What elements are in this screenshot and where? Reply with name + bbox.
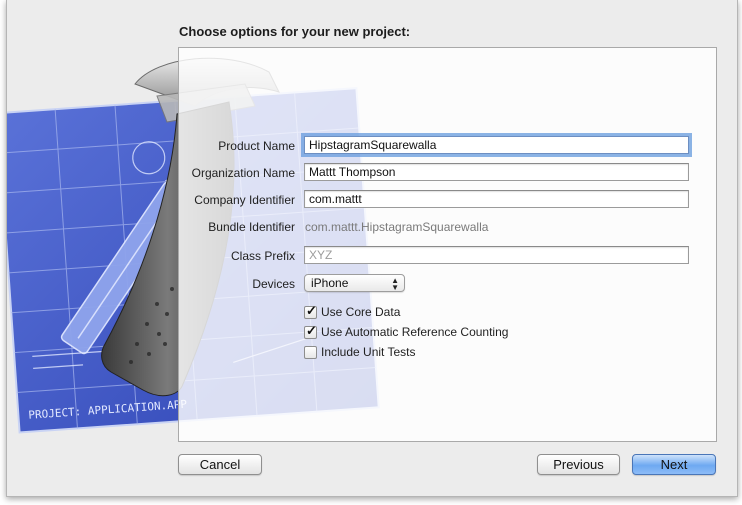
use-core-data-checkbox[interactable]	[304, 303, 317, 319]
popup-arrows-icon: ▲ ▼	[391, 276, 399, 292]
next-button[interactable]: Next	[632, 454, 716, 475]
dialog-title: Choose options for your new project:	[179, 24, 411, 39]
use-arc-checkbox[interactable]	[304, 323, 317, 339]
bundle-identifier-value: com.mattt.HipstagramSquarewalla	[305, 220, 489, 234]
company-identifier-label: Company Identifier	[194, 193, 295, 207]
company-identifier-field[interactable]	[304, 190, 689, 208]
cancel-button[interactable]: Cancel	[178, 454, 262, 475]
organization-name-label: Organization Name	[191, 166, 295, 180]
bundle-identifier-label: Bundle Identifier	[208, 220, 295, 234]
product-name-field[interactable]	[304, 136, 689, 154]
use-arc-label: Use Automatic Reference Counting	[321, 325, 509, 339]
devices-popup[interactable]: iPhone ▲ ▼	[304, 274, 405, 292]
devices-label: Devices	[252, 277, 295, 291]
devices-selected-value: iPhone	[311, 276, 349, 290]
previous-button[interactable]: Previous	[537, 454, 620, 475]
include-unit-tests-label: Include Unit Tests	[321, 345, 416, 359]
use-core-data-label: Use Core Data	[321, 305, 401, 319]
organization-name-field[interactable]	[304, 163, 689, 181]
include-unit-tests-checkbox[interactable]	[304, 346, 317, 359]
new-project-sheet: Choose options for your new project: PRO…	[6, 0, 738, 497]
options-panel	[178, 47, 717, 442]
class-prefix-label: Class Prefix	[230, 249, 295, 263]
class-prefix-field[interactable]	[304, 246, 689, 264]
product-name-label: Product Name	[218, 139, 295, 153]
